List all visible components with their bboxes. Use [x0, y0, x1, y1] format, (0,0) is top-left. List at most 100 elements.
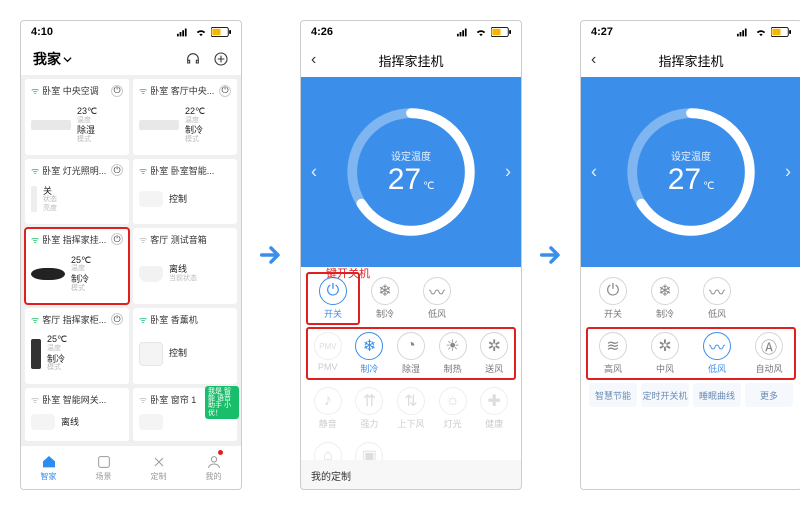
- status-time: 4:10: [31, 26, 53, 38]
- ctrl-lowwind[interactable]: 〰 低风: [411, 273, 463, 324]
- swing-icon: ⇅: [397, 387, 425, 415]
- flow-arrow: [536, 20, 566, 490]
- wifi-off-icon: ᯤ: [139, 393, 147, 406]
- device-card-selected[interactable]: ᯤ卧室 指挥家挂...⏻ 25℃温度制冷模式: [25, 228, 129, 304]
- ctrl-fan-mode[interactable]: ✲送风: [473, 328, 515, 379]
- tab-home[interactable]: 智家: [21, 446, 76, 489]
- ctrl-pmv[interactable]: PMVPMV: [307, 328, 349, 379]
- ctrl-power[interactable]: ⏻开关: [587, 273, 639, 324]
- health-icon: ✚: [480, 387, 508, 415]
- quick-eco[interactable]: 智慧节能: [589, 383, 637, 407]
- ctrl-hide[interactable]: ▣功能隐藏: [349, 438, 391, 460]
- signal-icon: [177, 27, 191, 37]
- device-card[interactable]: ᯤ卧室 智能网关... 离线: [25, 388, 129, 441]
- mode-row: PMVPMV ❄制冷 ◔除湿 ☀制热 ✲送风: [307, 328, 515, 379]
- status-bar: 4:10: [21, 21, 241, 43]
- tab-custom[interactable]: 定制: [131, 446, 186, 489]
- quick-timer[interactable]: 定时开关机: [641, 383, 689, 407]
- temp-up[interactable]: ›: [505, 162, 511, 183]
- device-image: [31, 120, 71, 130]
- signal-icon: [737, 27, 751, 37]
- device-grid: ᯤ卧室 中央空调⏻ 23℃温度除湿模式 ᯤ卧室 客厅中央...⏻ 22℃温度制冷…: [21, 75, 241, 445]
- wifi-icon: [754, 27, 768, 37]
- ctrl-heat[interactable]: ☀制热: [432, 328, 474, 379]
- device-card[interactable]: ᯤ客厅 测试音箱 离线当前状态: [133, 228, 237, 304]
- assistant-bubble[interactable]: 我是 智能 语音助手 小优！: [205, 386, 239, 419]
- annotation-power: 一键开关机: [315, 265, 370, 281]
- device-image: [139, 266, 163, 282]
- home-icon: [41, 454, 57, 470]
- power-icon[interactable]: ⏻: [219, 85, 231, 97]
- temperature-dial[interactable]: ‹ › 设定温度 27℃: [301, 77, 521, 267]
- tab-scene[interactable]: 场景: [76, 446, 131, 489]
- power-icon[interactable]: ⏻: [111, 164, 123, 176]
- device-title: 指挥家挂机: [378, 51, 443, 70]
- device-image: [139, 342, 163, 366]
- ctrl-wind-low[interactable]: 〰低风: [691, 328, 743, 379]
- back-button[interactable]: ‹: [311, 51, 316, 69]
- power-icon[interactable]: ⏻: [111, 233, 123, 245]
- status-time: 4:26: [311, 26, 333, 38]
- ctrl-light[interactable]: ☼灯光: [432, 383, 474, 434]
- device-image: [31, 268, 65, 280]
- wifi-icon: ᯤ: [31, 164, 39, 177]
- wifi-icon: [194, 27, 208, 37]
- temperature-dial[interactable]: ‹ › 设定温度 27℃: [581, 77, 800, 267]
- ctrl-udswing[interactable]: ⇅上下风: [390, 383, 432, 434]
- tab-me[interactable]: 我的: [186, 446, 241, 489]
- home-header: 我家: [21, 43, 241, 75]
- wifi-icon: ᯤ: [139, 313, 147, 326]
- device-card[interactable]: ᯤ卧室 客厅中央...⏻ 22℃温度制冷模式: [133, 79, 237, 155]
- snowflake-icon: ❄: [371, 277, 399, 305]
- wifi-icon: ᯤ: [139, 164, 147, 177]
- wifi-icon: ᯤ: [139, 84, 147, 97]
- temp-value: 27℃: [668, 163, 715, 197]
- ctrl-extra[interactable]: ⌂: [307, 438, 349, 460]
- temp-value: 27℃: [388, 163, 435, 197]
- wind-row: ≋高风 ✲中风 〰低风 Ⓐ自动风: [587, 328, 795, 379]
- device-image: [31, 339, 41, 369]
- device-card[interactable]: ᯤ卧室 中央空调⏻ 23℃温度除湿模式: [25, 79, 129, 155]
- controls: ⏻开关 ❄制冷 〰低风 ≋高风 ✲中风 〰低风 Ⓐ自动风 智慧节能 定时开关机 …: [581, 267, 800, 489]
- quick-sleep[interactable]: 睡眠曲线: [693, 383, 741, 407]
- home-title[interactable]: 我家: [33, 49, 72, 69]
- battery-icon: [211, 27, 231, 37]
- device-image: [139, 120, 179, 130]
- quick-more[interactable]: 更多: [745, 383, 793, 407]
- ctrl-wind-high[interactable]: ≋高风: [587, 328, 639, 379]
- headset-icon[interactable]: [185, 51, 201, 67]
- device-header: ‹ 指挥家挂机: [581, 43, 800, 77]
- extra-row: ♪静音 ⇈强力 ⇅上下风 ☼灯光 ✚健康: [307, 383, 515, 434]
- droplet-icon: ◔: [397, 332, 425, 360]
- device-card[interactable]: 我是 智能 语音助手 小优！ ᯤ卧室 窗帘 1: [133, 388, 237, 441]
- phone-device-modes: 4:26 ‹ 指挥家挂机 ‹ › 设定温度 27℃ 一键开关机 ⏻: [300, 20, 522, 490]
- extra-icon: ⌂: [314, 442, 342, 460]
- wind-auto-icon: Ⓐ: [755, 332, 783, 360]
- back-button[interactable]: ‹: [591, 51, 596, 69]
- temp-up[interactable]: ›: [785, 162, 791, 183]
- ctrl-dehum[interactable]: ◔除湿: [390, 328, 432, 379]
- ctrl-lowwind[interactable]: 〰低风: [691, 273, 743, 324]
- ctrl-mute[interactable]: ♪静音: [307, 383, 349, 434]
- device-card[interactable]: ᯤ卧室 灯光照明...⏻ 关状态亮度: [25, 159, 129, 224]
- ctrl-wind-mid[interactable]: ✲中风: [639, 328, 691, 379]
- footer-section-label: 我的定制: [301, 460, 521, 489]
- snowflake-icon: ❄: [355, 332, 383, 360]
- ctrl-cool-mode[interactable]: ❄制冷: [349, 328, 391, 379]
- power-icon[interactable]: ⏻: [111, 85, 123, 97]
- flow-arrow: [256, 20, 286, 490]
- add-icon[interactable]: [213, 51, 229, 67]
- ctrl-boost[interactable]: ⇈强力: [349, 383, 391, 434]
- custom-icon: [151, 454, 167, 470]
- ctrl-health[interactable]: ✚健康: [473, 383, 515, 434]
- power-icon[interactable]: ⏻: [111, 313, 123, 325]
- temp-down[interactable]: ‹: [591, 162, 597, 183]
- device-card[interactable]: ᯤ卧室 香薰机 控制: [133, 308, 237, 384]
- device-card[interactable]: ᯤ卧室 卧室智能... 控制: [133, 159, 237, 224]
- ctrl-cool[interactable]: ❄制冷: [639, 273, 691, 324]
- signal-icon: [457, 27, 471, 37]
- device-card[interactable]: ᯤ客厅 指挥家柜...⏻ 25℃温度制冷模式: [25, 308, 129, 384]
- temp-down[interactable]: ‹: [311, 162, 317, 183]
- ctrl-wind-auto[interactable]: Ⓐ自动风: [743, 328, 795, 379]
- wifi-icon: [474, 27, 488, 37]
